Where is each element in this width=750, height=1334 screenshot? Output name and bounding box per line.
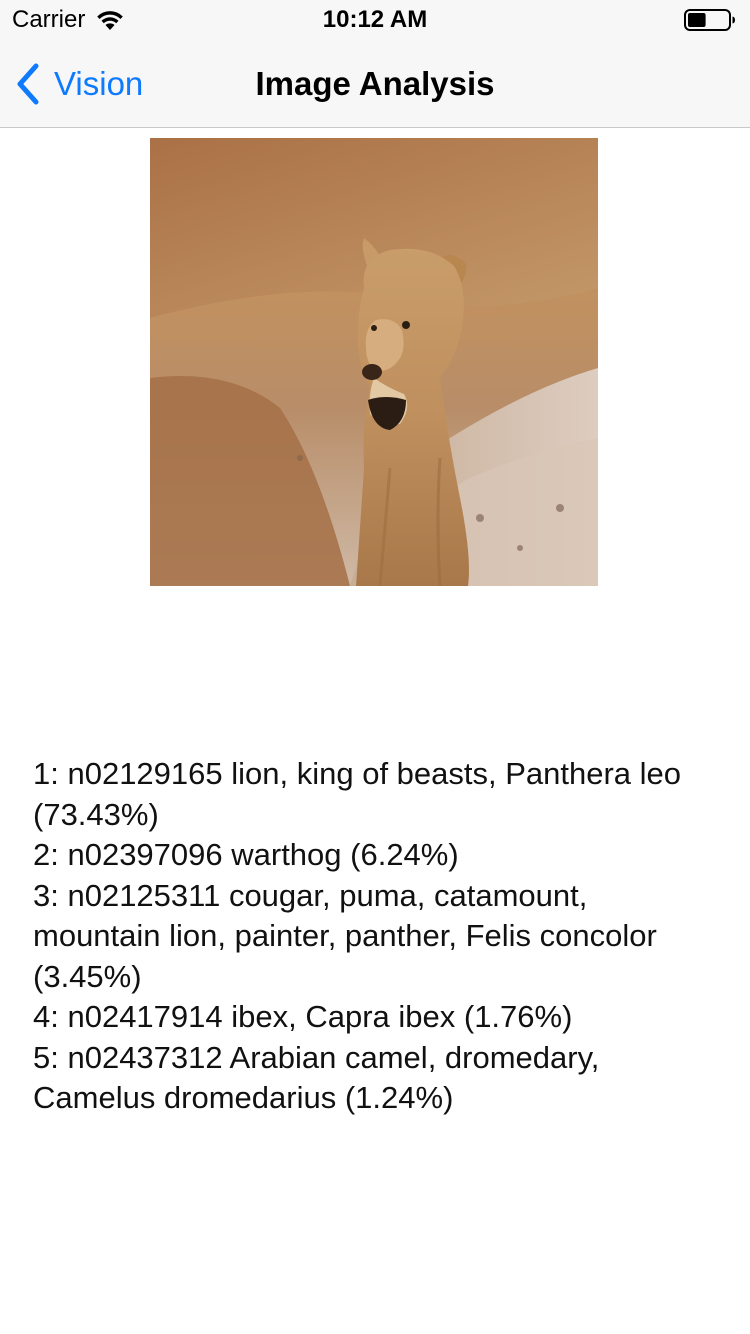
status-bar: Carrier 10:12 AM — [0, 0, 750, 40]
classification-results: 1: n02129165 lion, king of beasts, Panth… — [33, 754, 713, 1119]
status-time: 10:12 AM — [322, 6, 428, 33]
page-title: Image Analysis — [255, 65, 495, 102]
battery-icon — [684, 9, 735, 31]
app-screen: Carrier 10:12 AM Vision Image Analysis 1… — [0, 0, 750, 1334]
result-line-4: 4: n02417914 ibex, Capra ibex (1.76%) — [33, 999, 573, 1034]
result-line-2: 2: n02397096 warthog (6.24%) — [33, 837, 459, 872]
result-line-1: 1: n02129165 lion, king of beasts, Panth… — [33, 756, 682, 832]
navigation-bar: Vision Image Analysis — [0, 40, 750, 128]
analyzed-lion-image — [150, 138, 598, 586]
result-line-3: 3: n02125311 cougar, puma, catamount, mo… — [33, 877, 657, 994]
result-line-5: 5: n02437312 Arabian camel, dromedary, C… — [33, 1039, 600, 1116]
